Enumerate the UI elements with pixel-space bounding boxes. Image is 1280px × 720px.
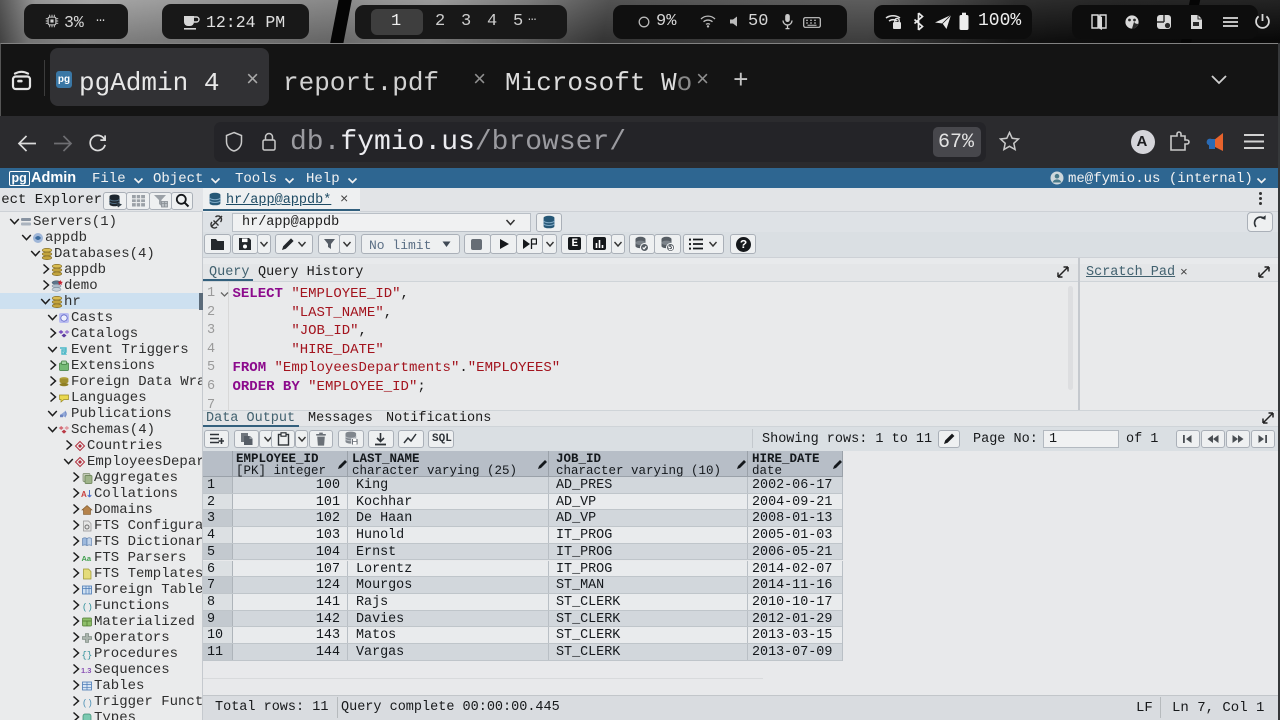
svg-text:Aa: Aa	[82, 554, 92, 563]
svg-text:(): ()	[82, 603, 93, 613]
svg-text:1.3: 1.3	[81, 666, 91, 675]
svg-text:(): ()	[82, 699, 93, 709]
svg-text:A: A	[81, 490, 87, 499]
svg-text:{}: {}	[82, 651, 93, 661]
